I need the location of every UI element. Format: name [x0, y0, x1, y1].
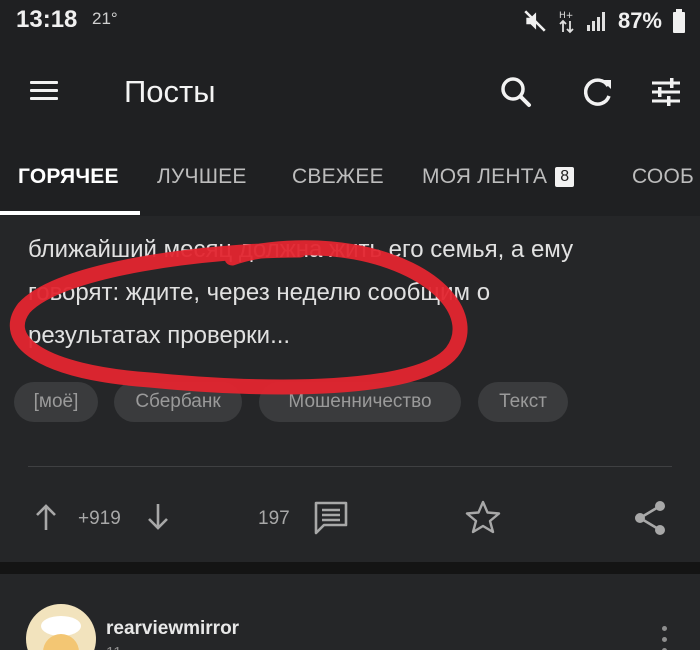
menu-icon[interactable] — [30, 76, 64, 106]
tab-best[interactable]: ЛУЧШЕЕ — [157, 165, 247, 189]
next-post-card: rearviewmirror 11 — [0, 574, 700, 650]
star-icon[interactable] — [464, 499, 502, 535]
post-author[interactable]: rearviewmirror — [106, 618, 239, 640]
status-time: 13:18 — [16, 6, 78, 33]
refresh-icon[interactable] — [578, 72, 618, 112]
post-text-line: результатах проверки... — [28, 322, 291, 349]
tab-fresh[interactable]: СВЕЖЕЕ — [292, 165, 384, 189]
battery-percent: 87% — [617, 8, 662, 33]
post-text-line: ближайший месяц должна жить его семья, а… — [28, 236, 574, 263]
data-arrows-icon: H+ — [559, 11, 574, 34]
search-icon[interactable] — [496, 72, 536, 112]
battery-icon — [673, 9, 685, 33]
filter-icon[interactable] — [646, 72, 686, 112]
post-text: ближайший месяц должна жить его семья, а… — [28, 228, 678, 357]
more-vertical-icon[interactable] — [656, 626, 672, 650]
tab-badge-count: 8 — [555, 167, 575, 187]
feed-separator — [0, 562, 700, 574]
upvote-icon[interactable] — [34, 502, 58, 532]
tab-bar: ГОРЯЧЕЕ ЛУЧШЕЕ СВЕЖЕЕ МОЯ ЛЕНТА 8 СООБ — [0, 140, 700, 216]
rating-value: +919 — [78, 508, 121, 529]
post-card: ближайший месяц должна жить его семья, а… — [0, 216, 700, 562]
tab-my-feed[interactable]: МОЯ ЛЕНТА 8 — [422, 165, 575, 189]
tab-communities[interactable]: СООБ — [632, 165, 694, 189]
downvote-icon[interactable] — [146, 502, 170, 532]
tag-item[interactable]: Мошенничество — [259, 382, 461, 422]
avatar[interactable] — [26, 604, 96, 650]
comment-icon[interactable] — [312, 500, 350, 536]
post-meta: 11 — [106, 644, 122, 650]
status-temperature: 21° — [92, 9, 118, 28]
tag-item[interactable]: [моё] — [14, 382, 98, 422]
tag-item[interactable]: Сбербанк — [114, 382, 242, 422]
signal-icon — [586, 12, 605, 31]
share-icon[interactable] — [630, 499, 670, 537]
tab-hot[interactable]: ГОРЯЧЕЕ — [18, 165, 119, 189]
post-text-line: говорят: ждите, через неделю сообщим о — [28, 279, 491, 306]
divider — [28, 466, 672, 467]
active-tab-indicator — [0, 211, 140, 215]
tag-item[interactable]: Текст — [478, 382, 568, 422]
status-bar: 13:18 21° H+ 87% — [0, 0, 700, 44]
post-actions: +919 197 — [0, 486, 700, 550]
svg-text:H+: H+ — [559, 11, 573, 21]
tab-my-feed-label: МОЯ ЛЕНТА — [422, 165, 548, 188]
comment-count: 197 — [258, 508, 290, 529]
page-title: Посты — [124, 74, 216, 109]
mute-icon — [524, 10, 546, 32]
app-bar: Посты — [0, 44, 700, 140]
